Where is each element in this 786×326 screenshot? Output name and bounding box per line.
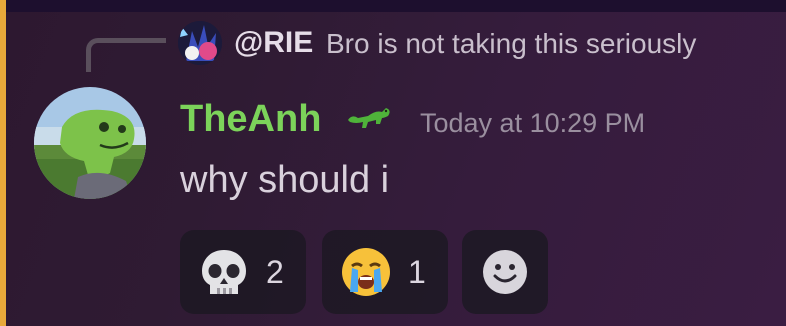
message-content: why should i [180, 159, 390, 201]
avatar-image [34, 87, 146, 199]
dinosaur-icon [348, 108, 390, 128]
reply-author[interactable]: @RIE [234, 22, 313, 64]
reaction-crying[interactable]: 1 [322, 230, 448, 314]
reply-avatar[interactable] [178, 21, 222, 65]
message-author[interactable]: TheAnh [180, 96, 321, 142]
author-avatar[interactable] [34, 87, 146, 199]
reply-preview-text[interactable]: Bro is not taking this seriously [326, 24, 696, 64]
top-edge [0, 0, 786, 12]
add-reaction-smiley-icon [483, 250, 527, 294]
loudly-crying-face-emoji [342, 248, 390, 296]
mention-highlight-bar [0, 0, 6, 326]
reply-connector [86, 38, 166, 72]
reaction-count: 1 [408, 254, 426, 290]
message-timestamp: Today at 10:29 PM [420, 108, 646, 138]
skull-emoji [202, 250, 246, 294]
reaction-count: 2 [266, 254, 284, 290]
reply-avatar-image [178, 21, 222, 65]
reaction-skull[interactable]: 2 [180, 230, 306, 314]
add-reaction-button[interactable] [462, 230, 548, 314]
